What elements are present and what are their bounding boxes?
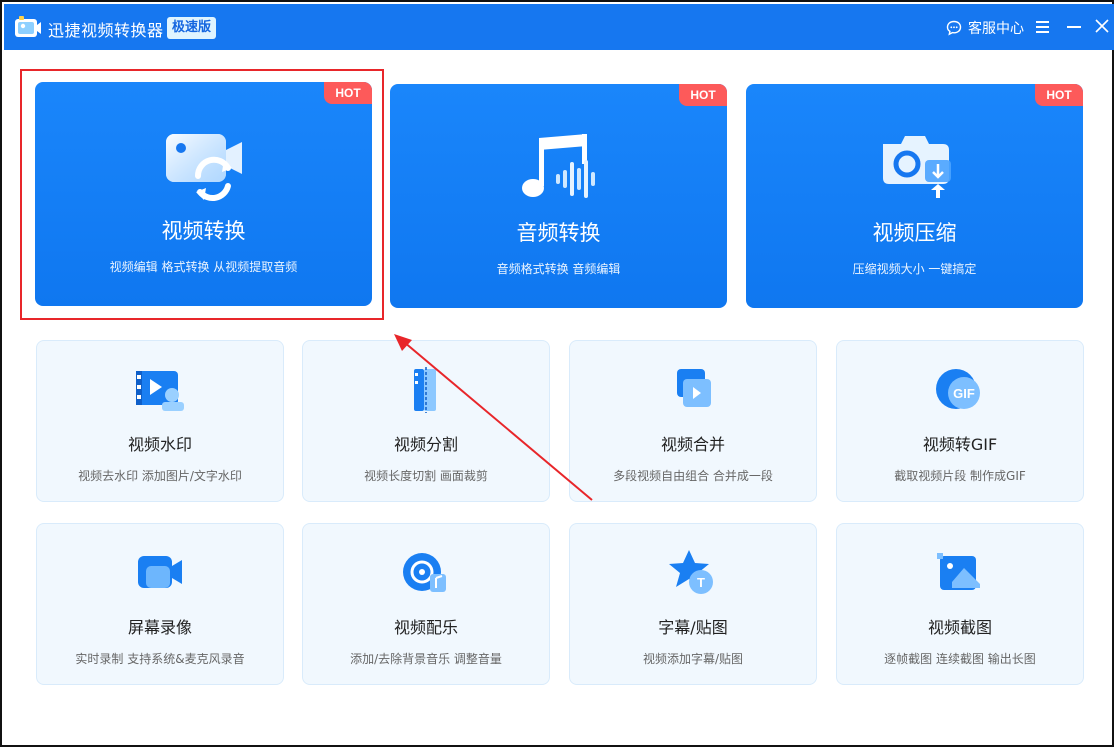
subtitle-icon-text: T — [697, 575, 705, 590]
gif-icon: GIF — [936, 369, 980, 409]
screenshot-icon — [937, 553, 980, 590]
tool-description: 逐帧截图 连续截图 输出长图 — [884, 652, 1036, 666]
tool-description: 添加/去除背景音乐 调整音量 — [350, 652, 502, 666]
tool-title: 视频分割 — [393, 435, 458, 454]
app-window: 迅捷视频转换器 极速版 客服中心 HOT 视频转换 视频编辑 格式转换 从视频提… — [0, 0, 1114, 747]
title-bar: 迅捷视频转换器 极速版 客服中心 — [4, 4, 1114, 50]
video-watermark-card[interactable]: 视频水印 视频去水印 添加图片/文字水印 — [36, 340, 284, 502]
gif-icon-text: GIF — [953, 386, 975, 401]
screen-record-card[interactable]: 屏幕录像 实时录制 支持系统&麦克风录音 — [36, 523, 284, 685]
tool-title: 视频水印 — [127, 435, 192, 454]
card-title: 音频转换 — [516, 221, 601, 245]
edition-badge: 极速版 — [167, 17, 217, 39]
video-compress-icon — [882, 136, 951, 198]
tool-title: 视频转GIF — [922, 435, 998, 454]
card-description: 音频格式转换 音频编辑 — [496, 262, 621, 276]
tool-description: 多段视频自由组合 合并成一段 — [613, 469, 773, 483]
tool-description: 视频长度切割 画面裁剪 — [364, 469, 488, 483]
hot-tag: HOT — [679, 84, 727, 106]
audio-convert-card[interactable]: HOT 音频转换 音频格式转换 音频编辑 — [390, 84, 727, 308]
video-to-gif-card[interactable]: GIF 视频转GIF 截取视频片段 制作成GIF — [836, 340, 1084, 502]
tool-title: 视频配乐 — [393, 618, 458, 637]
screen-record-icon — [138, 556, 182, 588]
card-description: 压缩视频大小 一键搞定 — [852, 262, 977, 276]
customer-service-button[interactable]: 客服中心 — [946, 18, 1024, 38]
card-title: 视频压缩 — [872, 221, 957, 245]
music-icon — [403, 553, 446, 592]
tool-description: 截取视频片段 制作成GIF — [894, 469, 1026, 483]
tool-description: 实时录制 支持系统&麦克风录音 — [75, 652, 245, 666]
tool-description: 视频添加字幕/贴图 — [642, 652, 744, 666]
app-logo-icon — [15, 16, 41, 37]
video-screenshot-card[interactable]: 视频截图 逐帧截图 连续截图 输出长图 — [836, 523, 1084, 685]
chat-bubble-icon — [946, 20, 962, 36]
video-merge-icon — [677, 369, 711, 407]
subtitle-sticker-card[interactable]: T 字幕/贴图 视频添加字幕/贴图 — [569, 523, 817, 685]
video-split-card[interactable]: 视频分割 视频长度切割 画面裁剪 — [302, 340, 550, 502]
video-music-card[interactable]: 视频配乐 添加/去除背景音乐 调整音量 — [302, 523, 550, 685]
video-merge-card[interactable]: 视频合并 多段视频自由组合 合并成一段 — [569, 340, 817, 502]
minimize-button[interactable] — [1067, 26, 1081, 28]
app-title: 迅捷视频转换器 — [48, 21, 164, 40]
tool-title: 视频合并 — [660, 435, 725, 454]
tool-title: 字幕/贴图 — [658, 618, 728, 637]
menu-icon[interactable] — [1035, 18, 1051, 36]
tool-title: 视频截图 — [927, 618, 992, 637]
audio-convert-icon — [521, 134, 595, 198]
video-compress-card[interactable]: HOT 视频压缩 压缩视频大小 一键搞定 — [746, 84, 1083, 308]
customer-service-label: 客服中心 — [968, 21, 1024, 37]
highlight-box — [20, 69, 384, 320]
subtitle-sticker-icon: T — [669, 550, 713, 594]
hot-tag: HOT — [1035, 84, 1083, 106]
tool-title: 屏幕录像 — [127, 618, 192, 637]
video-watermark-icon — [136, 371, 184, 411]
close-icon[interactable] — [1092, 16, 1112, 36]
video-split-icon — [414, 367, 436, 413]
tool-description: 视频去水印 添加图片/文字水印 — [78, 469, 242, 483]
